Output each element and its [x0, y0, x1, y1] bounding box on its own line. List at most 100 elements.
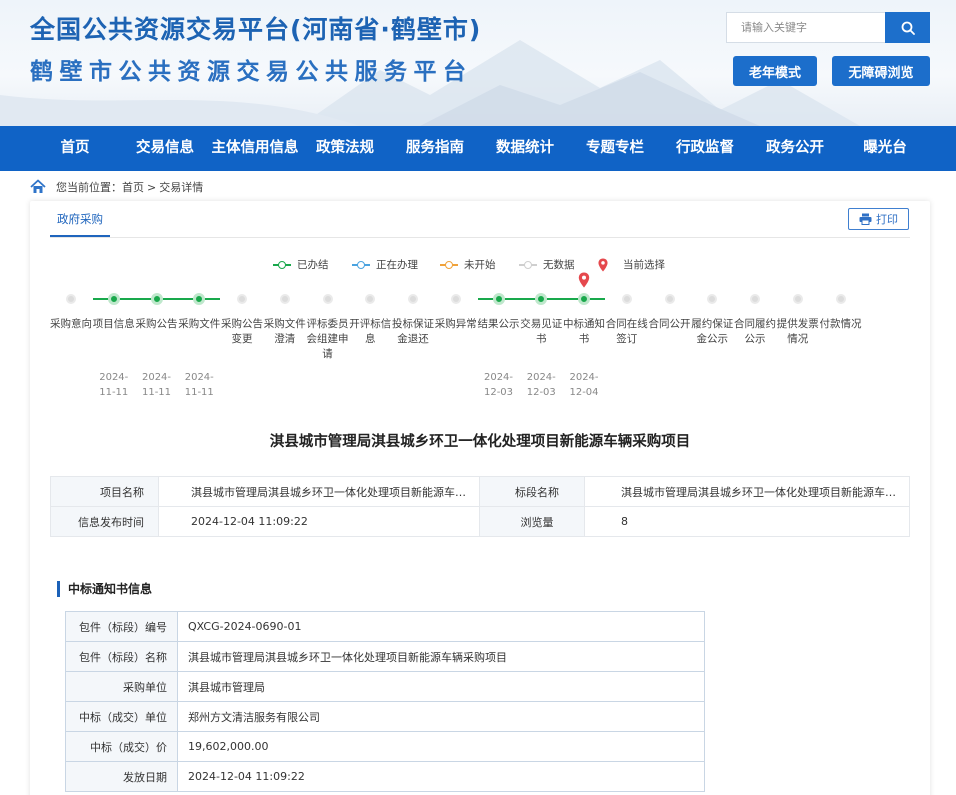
winner-label: 中标（成交）单位	[65, 701, 178, 732]
timeline-connector	[135, 298, 221, 300]
nav-item-policy[interactable]: 政策法规	[316, 126, 374, 171]
nav-item-credit[interactable]: 主体信用信息	[212, 126, 299, 171]
nav-item-trading[interactable]: 交易信息	[136, 126, 194, 171]
legend-current: 当前选择	[597, 257, 665, 272]
nav-item-home[interactable]: 首页	[61, 126, 90, 171]
timeline-step-dot[interactable]	[578, 293, 590, 305]
timeline-step-dot[interactable]	[193, 293, 206, 305]
accessible-browse-button[interactable]: 无障碍浏览	[832, 56, 930, 86]
timeline-step-dot[interactable]	[835, 294, 846, 304]
timeline-step-label[interactable]: 投标保证金退还	[392, 317, 434, 347]
table-row: 采购单位 淇县城市管理局	[65, 671, 705, 702]
timeline-step-date: 2024-12-03	[483, 372, 514, 398]
tab-government-procurement[interactable]: 政府采购	[50, 201, 110, 237]
table-row: 项目名称 淇县城市管理局淇县城乡环卫一体化处理项目新能源车辆采购项目 标段名称 …	[50, 476, 910, 507]
nav-item-exposure[interactable]: 曝光台	[863, 126, 907, 171]
project-name-label: 项目名称	[50, 476, 159, 507]
breadcrumb-home-link[interactable]: 首页	[122, 179, 144, 195]
legend-done-label: 已办结	[297, 259, 329, 271]
timeline-step-dot[interactable]	[535, 293, 548, 305]
timeline-step-dot[interactable]	[279, 294, 290, 304]
timeline-step-label[interactable]: 中标通知书	[563, 317, 605, 347]
timeline-step-dot[interactable]	[365, 294, 376, 304]
timeline-step-label[interactable]: 付款情况	[820, 317, 862, 332]
timeline-step-date: 2024-11-11	[99, 372, 129, 398]
breadcrumb-current: 交易详情	[159, 181, 204, 194]
timeline-step-label[interactable]: 合同在线签订	[606, 317, 648, 347]
nav-item-public-affairs[interactable]: 政务公开	[766, 126, 824, 171]
award-notice-table: 包件（标段）编号 QXCG-2024-0690-01 包件（标段）名称 淇县城市管理…	[65, 611, 705, 792]
views-value: 8	[584, 506, 910, 537]
timeline-step-date: 2024-11-11	[184, 372, 214, 398]
timeline-step-label[interactable]: 采购意向	[50, 317, 92, 332]
nav-item-statistics[interactable]: 数据统计	[496, 126, 554, 171]
header-banner: 全国公共资源交易平台(河南省·鹤壁市) 鹤壁市公共资源交易公共服务平台 老年模式…	[0, 0, 956, 126]
nav-item-topics[interactable]: 专题专栏	[586, 126, 644, 171]
section-name-label: 标段名称	[479, 476, 585, 507]
nav-item-guide[interactable]: 服务指南	[406, 126, 464, 171]
timeline-step-dot[interactable]	[750, 294, 760, 304]
timeline-step-label[interactable]: 开评标信息	[349, 317, 391, 347]
site-title: 全国公共资源交易平台(河南省·鹤壁市)	[30, 15, 482, 44]
timeline-step-label[interactable]: 结果公示	[478, 317, 520, 332]
timeline-step-dot[interactable]	[450, 294, 461, 304]
timeline-step-label[interactable]: 提供发票情况	[777, 317, 819, 347]
search-button[interactable]	[885, 12, 930, 43]
timeline-step-label[interactable]: 采购公告	[136, 317, 178, 332]
tab-divider	[50, 237, 910, 238]
detail-panel: 政府采购 打印 已办结 正在办理 未开始 无数据 当前选择 采购意向 项目信息 …	[30, 201, 930, 795]
elder-mode-button[interactable]: 老年模式	[733, 56, 817, 86]
timeline-step-date: 2024-12-03	[526, 372, 556, 398]
legend-doing-label: 正在办理	[376, 259, 418, 271]
timeline-step-dot[interactable]	[621, 294, 632, 304]
timeline-step-dot[interactable]	[107, 293, 120, 305]
timeline-step-dot[interactable]	[150, 293, 163, 305]
timeline-step-dot[interactable]	[237, 294, 247, 304]
main-nav: 首页 交易信息 主体信用信息 政策法规 服务指南 数据统计 专题专栏 行政监督 …	[0, 126, 956, 171]
legend-nodata: 无数据	[519, 257, 575, 272]
search-box	[726, 12, 930, 43]
legend-nodata-label: 无数据	[543, 259, 575, 271]
process-timeline: 采购意向 项目信息 2024-11-11 采购公告 2024-11-11 采购文件 2024…	[30, 272, 930, 403]
award-notice-section-title: 中标通知书信息	[57, 581, 152, 597]
section-name-value: 淇县城市管理局淇县城乡环卫一体化处理项目新能源车辆采购项目	[584, 476, 910, 507]
views-label: 浏览量	[479, 506, 585, 537]
timeline-step-label[interactable]: 采购异常	[435, 317, 477, 332]
nav-item-supervision[interactable]: 行政监督	[676, 126, 734, 171]
print-button[interactable]: 打印	[848, 208, 909, 230]
timeline-step-dot[interactable]	[664, 294, 675, 304]
package-code-value: QXCG-2024-0690-01	[177, 611, 705, 642]
location-pin-icon	[598, 257, 608, 272]
timeline-step-label[interactable]: 合同公开	[649, 317, 691, 332]
timeline-step-label[interactable]: 采购文件	[178, 317, 220, 332]
timeline-step-label[interactable]: 采购公告变更	[221, 317, 263, 347]
timeline-step-label[interactable]: 采购文件澄清	[264, 317, 306, 347]
legend-done: 已办结	[273, 257, 329, 272]
timeline-step-label[interactable]: 评标委员会组建申请	[307, 317, 349, 362]
purchaser-label: 采购单位	[65, 671, 178, 702]
timeline-step-dot[interactable]	[322, 294, 333, 304]
project-title: 淇县城市管理局淇县城乡环卫一体化处理项目新能源车辆采购项目	[269, 434, 691, 450]
winning-price-label: 中标（成交）价	[65, 731, 178, 762]
timeline-step-dot[interactable]	[408, 294, 418, 304]
table-row: 包件（标段）编号 QXCG-2024-0690-01	[65, 611, 705, 642]
site-subtitle: 鹤壁市公共资源交易公共服务平台	[30, 59, 473, 85]
search-icon	[901, 21, 915, 35]
timeline-step-dot[interactable]	[792, 294, 803, 304]
legend-pending-label: 未开始	[464, 259, 496, 271]
winner-value: 郑州方文清洁服务有限公司	[177, 701, 705, 732]
timeline-step-date: 2024-12-04	[569, 372, 599, 398]
timeline-step-dot[interactable]	[707, 294, 718, 304]
timeline-step-label[interactable]: 合同履约公示	[734, 317, 776, 347]
project-info-table: 项目名称 淇县城市管理局淇县城乡环卫一体化处理项目新能源车辆采购项目 标段名称 …	[50, 476, 910, 537]
timeline-step-label[interactable]: 履约保证金公示	[691, 317, 733, 347]
timeline-step-label[interactable]: 交易见证书	[520, 317, 562, 347]
package-name-value: 淇县城市管理局淇县城乡环卫一体化处理项目新能源车辆采购项目	[177, 641, 705, 672]
search-input[interactable]	[727, 13, 886, 42]
table-row: 包件（标段）名称 淇县城市管理局淇县城乡环卫一体化处理项目新能源车辆采购项目	[65, 641, 705, 672]
legend-pending: 未开始	[440, 257, 496, 272]
breadcrumb-prefix: 您当前位置：	[56, 181, 122, 194]
timeline-step-dot[interactable]	[66, 294, 76, 304]
timeline-step-dot[interactable]	[492, 293, 505, 305]
timeline-step-label[interactable]: 项目信息	[93, 317, 135, 332]
